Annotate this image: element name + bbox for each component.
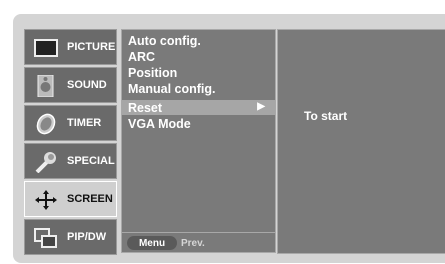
menu-item-pipdw[interactable]: PIP/DW [24,219,117,255]
menu-item-special[interactable]: SPECIAL [24,143,117,179]
menu-button[interactable]: Menu [127,236,177,250]
menu-item-label: SPECIAL [67,155,115,167]
pip-icon [34,227,58,249]
option-reset[interactable]: Reset ▶ [122,100,275,115]
detail-panel: To start [277,29,445,254]
menu-item-timer[interactable]: TIMER [24,105,117,141]
option-auto-config[interactable]: Auto config. [128,34,201,48]
menu-item-label: PIP/DW [67,231,107,243]
sound-icon [34,74,58,98]
footer-bar: Menu Prev. [121,232,276,253]
option-position[interactable]: Position [128,66,177,80]
option-arc[interactable]: ARC [128,50,155,64]
menu-item-label: PICTURE [67,41,116,53]
submenu-panel: Auto config. ARC Position Manual config.… [121,29,276,247]
menu-item-sound[interactable]: SOUND [24,67,117,103]
arrow-right-icon: ▶ [257,101,265,112]
option-manual-config[interactable]: Manual config. [128,82,216,96]
menu-item-label: SOUND [67,79,107,91]
screen-icon [34,189,58,211]
picture-icon [34,37,58,59]
menu-item-label: TIMER [67,117,102,129]
prev-label: Prev. [181,237,205,249]
osd-inner: PICTURE SOUND TIMER SPECIAL SCREEN PIP/D… [21,25,445,257]
option-vga-mode[interactable]: VGA Mode [128,117,191,131]
option-reset-label: Reset [128,100,163,115]
menu-item-screen[interactable]: SCREEN [24,181,117,217]
menu-item-picture[interactable]: PICTURE [24,29,117,65]
special-icon [34,151,58,174]
osd-frame: PICTURE SOUND TIMER SPECIAL SCREEN PIP/D… [13,14,445,263]
timer-icon [34,113,58,135]
to-start-text: To start [304,109,348,123]
menu-item-label: SCREEN [67,193,113,205]
main-menu: PICTURE SOUND TIMER SPECIAL SCREEN PIP/D… [24,29,117,255]
